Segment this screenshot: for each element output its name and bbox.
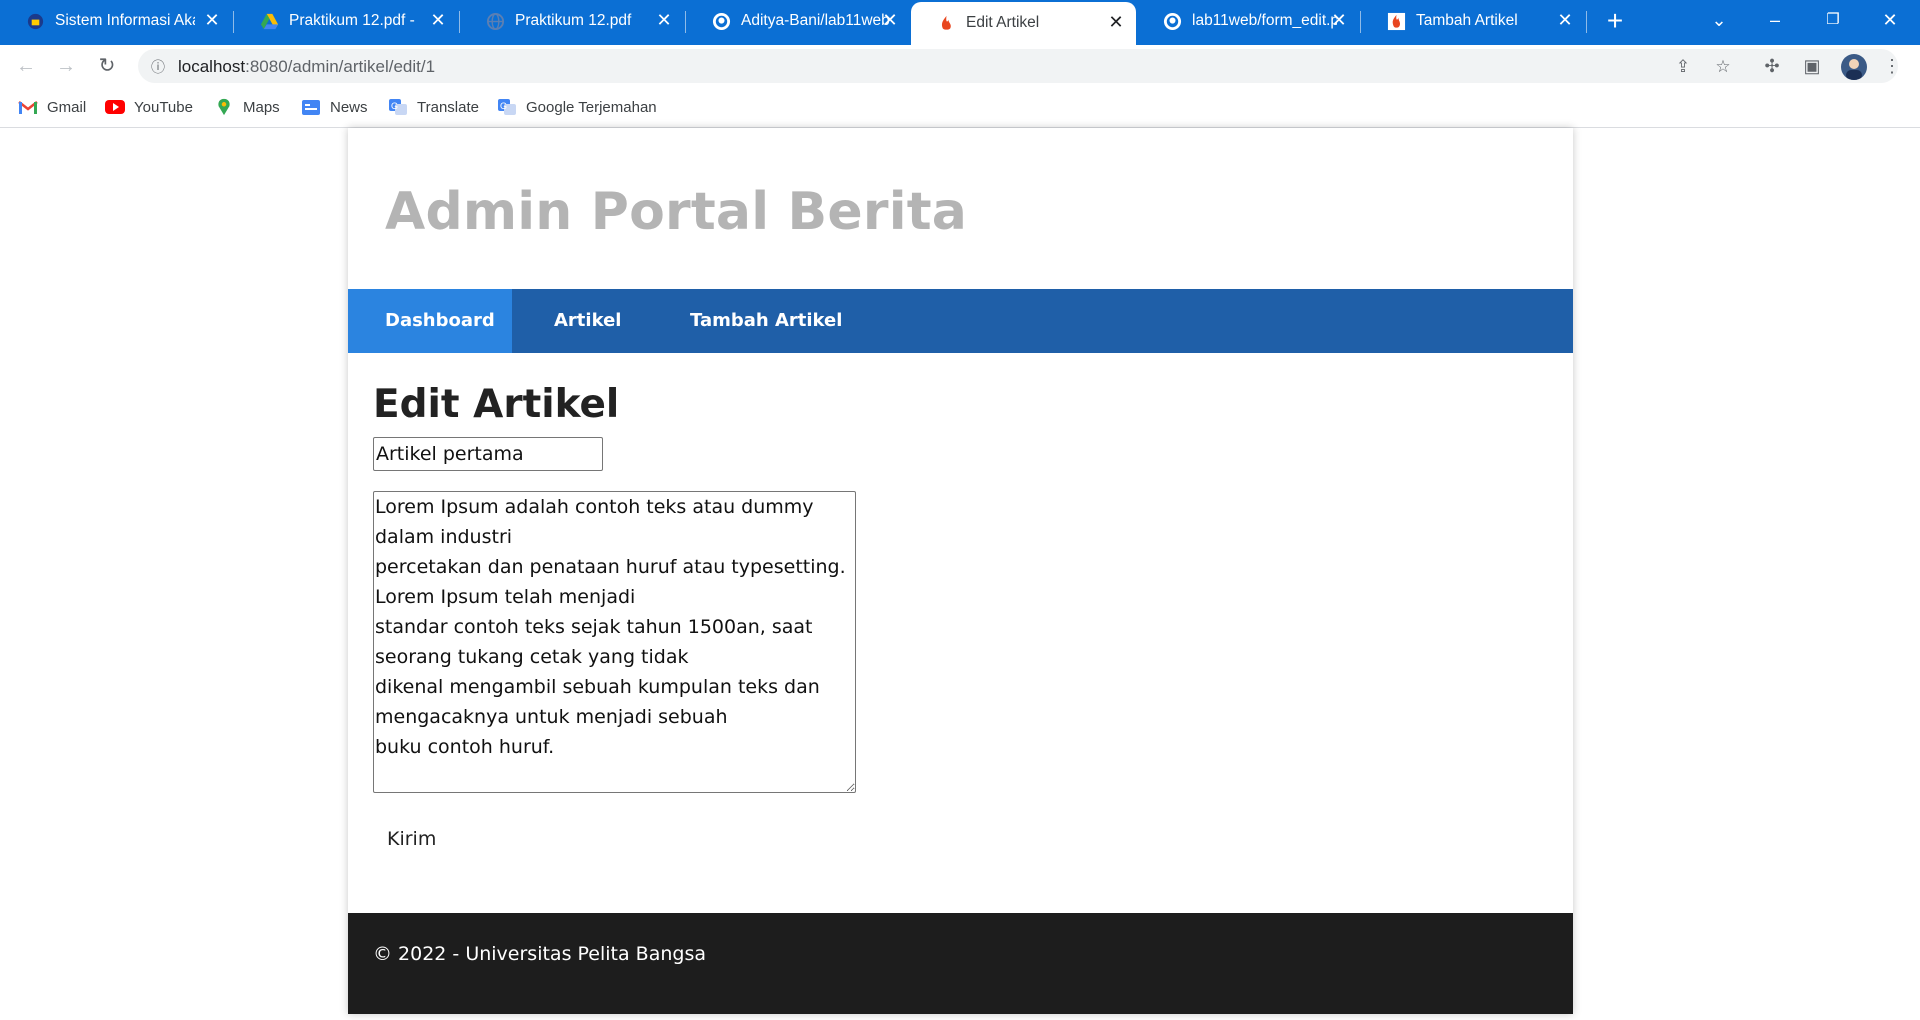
browser-tab[interactable]: Tambah Artikel ✕ [1361,0,1585,43]
tab-divider [1586,11,1587,33]
browser-tab[interactable]: lab11web/form_edit.p ✕ [1137,0,1359,43]
isi-textarea[interactable]: Lorem Ipsum adalah contoh teks atau dumm… [373,491,856,793]
restore-icon[interactable]: ❐ [1815,6,1851,34]
github-icon [1163,12,1182,31]
browser-tab[interactable]: Praktikum 12.pdf - Go ✕ [234,0,458,43]
codeigniter-icon [941,15,951,30]
page-title: Edit Artikel [373,382,620,427]
codeigniter-icon [1387,12,1406,31]
main-nav: Dashboard Artikel Tambah Artikel [348,289,1573,353]
bookmark-label: Maps [243,98,280,116]
address-bar[interactable]: ⓘ localhost:8080/admin/artikel/edit/1 ⇪ … [138,49,1898,83]
bookmark-youtube[interactable]: YouTube [105,96,193,118]
close-icon[interactable]: ✕ [1329,10,1349,30]
university-icon [27,13,44,30]
close-icon[interactable]: ✕ [1555,10,1575,30]
url-text[interactable]: localhost:8080/admin/artikel/edit/1 [178,57,435,77]
footer-copyright: © 2022 - Universitas Pelita Bangsa [373,943,706,965]
translate-icon: G [389,99,407,115]
browser-tab[interactable]: Sistem Informasi Akad ✕ [0,0,232,43]
url-host: localhost [178,57,246,76]
close-icon[interactable]: ✕ [880,10,900,30]
bookmark-label: Translate [417,98,479,116]
bookmark-label: YouTube [134,98,193,116]
minimize-icon[interactable]: – [1757,6,1793,34]
svg-text:G: G [391,101,398,111]
bookmark-label: News [330,98,368,116]
browser-tab[interactable]: Praktikum 12.pdf ✕ [460,0,684,43]
judul-input[interactable] [373,437,603,471]
bookmark-maps[interactable]: Maps [214,96,280,118]
bookmark-star-icon[interactable]: ☆ [1712,56,1734,78]
submit-button[interactable]: Kirim [372,819,452,859]
github-icon [712,12,731,31]
url-path: :8080/admin/artikel/edit/1 [245,57,436,76]
new-tab-plus-icon[interactable]: + [1600,6,1630,36]
address-toolbar: ← → ↻ ⓘ localhost:8080/admin/artikel/edi… [0,45,1920,86]
site-title: Admin Portal Berita [385,182,968,242]
nav-link-tambah-artikel[interactable]: Tambah Artikel [690,289,842,353]
close-icon[interactable]: ✕ [202,10,222,30]
forward-arrow-icon[interactable]: → [54,54,78,78]
tab-label: Edit Artikel [966,14,1040,31]
bookmark-translate[interactable]: G Translate [388,96,479,118]
bookmark-label: Gmail [47,98,87,116]
share-icon[interactable]: ⇪ [1672,56,1694,78]
site-container: Admin Portal Berita Dashboard Artikel Ta… [348,128,1573,1014]
reload-icon[interactable]: ↻ [95,54,119,78]
bookmark-label: Google Terjemahan [526,98,657,116]
tab-label: Sistem Informasi Akad [55,12,195,29]
nav-link-artikel[interactable]: Artikel [554,289,621,353]
translate-icon: G [498,99,516,115]
kebab-menu-icon[interactable]: ⋮ [1880,54,1904,78]
site-footer: © 2022 - Universitas Pelita Bangsa [348,913,1573,1014]
gmail-icon [18,101,38,114]
tab-label: Aditya-Bani/lab11web [741,12,890,29]
maps-icon [218,98,230,116]
tab-label: Praktikum 12.pdf - Go [289,12,419,29]
close-icon[interactable]: ✕ [1106,12,1126,32]
tab-label: Tambah Artikel [1416,12,1518,29]
bookmark-google-terjemahan[interactable]: G Google Terjemahan [497,96,657,118]
google-drive-icon [260,13,279,30]
youtube-icon [105,100,125,114]
tab-label: lab11web/form_edit.p [1192,12,1337,29]
globe-icon [486,12,505,31]
close-icon[interactable]: ✕ [428,10,448,30]
bookmark-gmail[interactable]: Gmail [18,96,86,118]
profile-avatar[interactable] [1841,54,1867,80]
extensions-puzzle-icon[interactable]: ✣ [1760,54,1784,78]
site-info-icon[interactable]: ⓘ [147,56,169,78]
page-viewport: Admin Portal Berita Dashboard Artikel Ta… [0,128,1920,1020]
bookmark-news[interactable]: News [301,96,368,118]
bookmarks-bar: Gmail YouTube Maps News G Translate G Go… [0,86,1920,128]
close-icon[interactable]: ✕ [654,10,674,30]
svg-text:G: G [500,101,507,111]
browser-tab-strip: Sistem Informasi Akad ✕ Praktikum 12.pdf… [0,0,1920,45]
nav-link-dashboard[interactable]: Dashboard [348,289,512,353]
browser-tab[interactable]: Aditya-Bani/lab11web ✕ [686,0,910,43]
tab-label: Praktikum 12.pdf [515,12,632,29]
side-panel-icon[interactable]: ▣ [1800,54,1824,78]
browser-tab-active[interactable]: Edit Artikel ✕ [911,2,1136,45]
close-window-icon[interactable]: ✕ [1872,6,1908,34]
news-icon [302,100,320,115]
avatar-icon [1846,59,1862,80]
back-arrow-icon[interactable]: ← [14,54,38,78]
tab-search-chevron-icon[interactable]: ⌄ [1701,6,1737,34]
